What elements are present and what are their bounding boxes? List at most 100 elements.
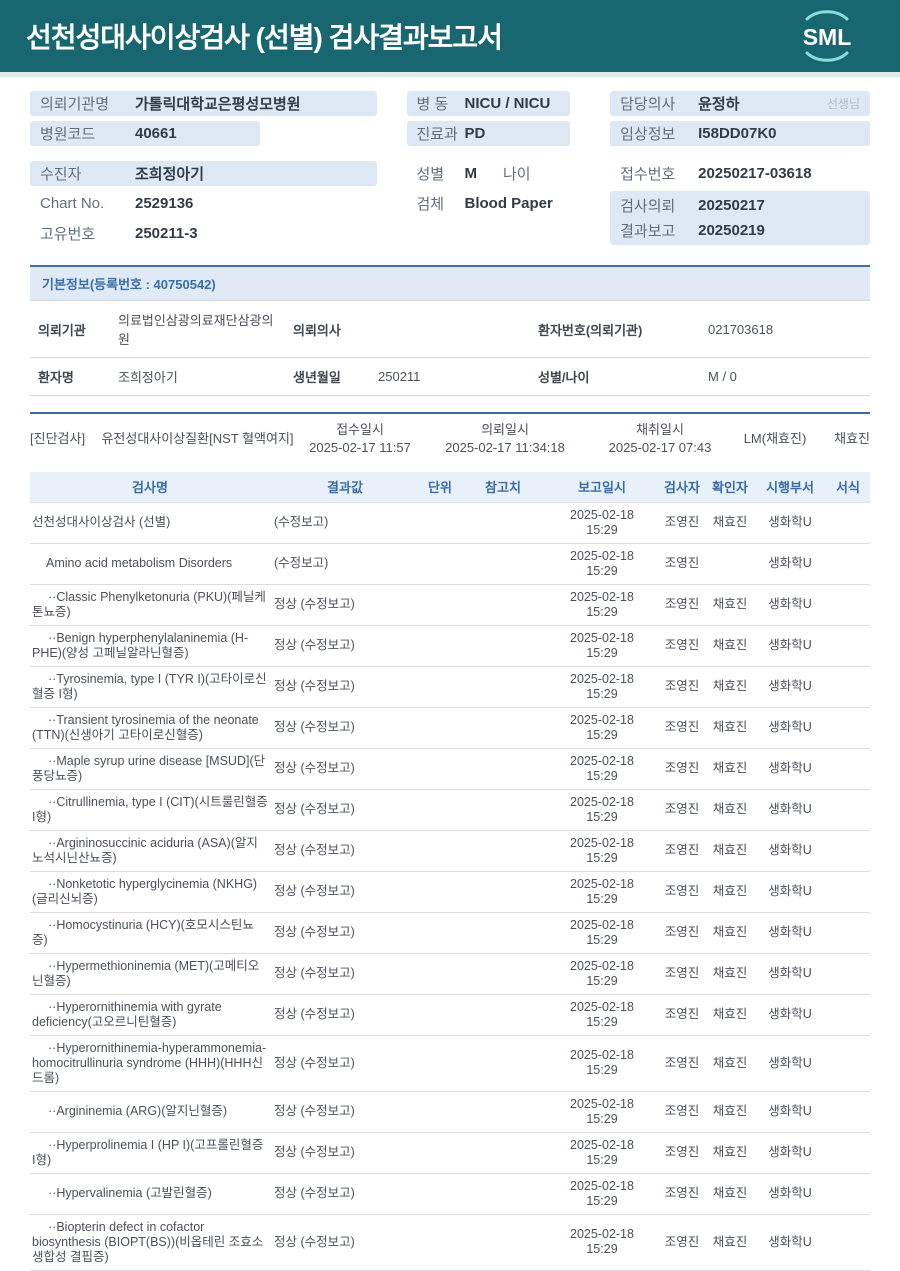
dept-value: 생화학U — [754, 502, 826, 544]
result-value: 정상 (수정보고) — [270, 789, 420, 831]
test-name: ··Argininosuccinic aciduria (ASA)(알지노석시닌… — [32, 835, 258, 865]
tester-value: 조영진 — [658, 871, 706, 913]
report-date-field: 결과보고 20250219 — [620, 222, 765, 240]
dept-value: 생화학U — [754, 666, 826, 708]
col-reference: 참고치 — [460, 472, 546, 503]
reference-value — [460, 748, 546, 790]
unit-value — [420, 1035, 460, 1092]
report-datetime-value: 2025-02-18 15:29 — [546, 748, 658, 790]
report-datetime-value: 2025-02-18 15:29 — [546, 1091, 658, 1133]
table-row: ··Citrullinemia, type I (CIT)(시트룰린혈증 I형)… — [30, 789, 870, 831]
report-datetime-value: 2025-02-18 15:29 — [546, 1173, 658, 1215]
unit-value — [420, 1091, 460, 1133]
result-value: 정상 (수정보고) — [270, 707, 420, 749]
report-datetime-value: 2025-02-18 15:29 — [546, 707, 658, 749]
receipt-datetime: 접수일시 2025-02-17 11:57 — [309, 422, 411, 455]
dept-value: 생화학U — [754, 1132, 826, 1174]
table-row: ··Maple syrup urine disease [MSUD](단풍당뇨증… — [30, 748, 870, 790]
report-header: 선천성대사이상검사 (선별) 검사결과보고서 SML — [0, 0, 900, 72]
unit-value — [420, 871, 460, 913]
test-name: ··Hypermethioninemia (MET)(고메티오닌혈증) — [32, 958, 260, 988]
order-date-field: 검사의뢰 20250217 — [620, 197, 765, 215]
table-row: ··Classic Phenylketonuria (PKU)(페닐케톤뇨증) … — [30, 584, 870, 626]
dept-value: 생화학U — [754, 1091, 826, 1133]
reference-value — [460, 1132, 546, 1174]
clinic-dept-field: 진료과 PD — [406, 121, 571, 146]
chart-no-field: Chart No. 2529136 — [40, 195, 194, 212]
reference-value — [460, 994, 546, 1036]
checker-value: 채효진 — [706, 707, 754, 749]
result-value: 정상 (수정보고) — [270, 953, 420, 995]
test-name: ··Nonketotic hyperglycinemia (NKHG)(글리신뇌… — [32, 876, 258, 906]
receipt-no-field: 접수번호 20250217-03618 — [620, 165, 812, 183]
report-datetime-value: 2025-02-18 15:29 — [546, 625, 658, 667]
col-report-datetime: 보고일시 — [546, 472, 658, 503]
table-row: Amino acid metabolism Disorders (수정보고) 2… — [30, 543, 870, 585]
result-value: 정상 (수정보고) — [270, 1091, 420, 1133]
report-datetime-value: 2025-02-18 15:29 — [546, 1132, 658, 1174]
col-checker: 확인자 — [706, 472, 754, 503]
report-datetime-value: 2025-02-18 15:29 — [546, 543, 658, 585]
form-value — [826, 871, 870, 913]
result-value: (수정보고) — [270, 502, 420, 544]
requesting-org-field: 의뢰기관명 가톨릭대학교은평성모병원 — [30, 91, 377, 116]
table-row: ··Argininosuccinic aciduria (ASA)(알지노석시닌… — [30, 830, 870, 872]
sml-logo-icon: SML — [803, 10, 852, 62]
reference-value — [460, 666, 546, 708]
header-divider — [0, 72, 900, 77]
checker-value: 채효진 — [706, 871, 754, 913]
svg-text:SML: SML — [803, 24, 852, 50]
unit-value — [420, 748, 460, 790]
col-unit: 단위 — [420, 472, 460, 503]
result-value: 정상 (수정보고) — [270, 584, 420, 626]
reference-value — [460, 1173, 546, 1215]
table-row: ··Hypermethioninemia (MET)(고메티오닌혈증) 정상 (… — [30, 953, 870, 995]
form-value — [826, 625, 870, 667]
test-name: ··Classic Phenylketonuria (PKU)(페닐케톤뇨증) — [32, 589, 266, 619]
patient-name-field: 수진자 조희정아기 — [30, 161, 377, 186]
collector-name: 채효진 — [834, 430, 870, 446]
doctor-field: 담당의사 윤정하 선생님 — [610, 91, 870, 116]
result-value: 정상 (수정보고) — [270, 1035, 420, 1092]
info-right-column: 담당의사 윤정하 선생님 임상정보 I58DD07K0 접수번호 2025021… — [610, 91, 870, 251]
reference-value — [460, 789, 546, 831]
result-value: (수정보고) — [270, 543, 420, 585]
checker-value: 채효진 — [706, 666, 754, 708]
form-value — [826, 1214, 870, 1271]
clinical-info-field: 임상정보 I58DD07K0 — [610, 121, 870, 146]
unit-value — [420, 994, 460, 1036]
dept-value: 생화학U — [754, 871, 826, 913]
form-value — [826, 1132, 870, 1174]
dept-value: 생화학U — [754, 953, 826, 995]
unit-value — [420, 953, 460, 995]
result-value: 정상 (수정보고) — [270, 871, 420, 913]
tester-value: 조영진 — [658, 994, 706, 1036]
reference-value — [460, 871, 546, 913]
form-value — [826, 1091, 870, 1133]
result-value: 정상 (수정보고) — [270, 994, 420, 1036]
reference-value — [460, 543, 546, 585]
tester-value: 조영진 — [658, 1091, 706, 1133]
test-name: ··Hypervalinemia (고발린혈증) — [48, 1186, 212, 1201]
test-name: ··Hyperornithinemia-hyperammonemia-homoc… — [32, 1040, 267, 1085]
test-name: ··Transient tyrosinemia of the neonate (… — [32, 712, 259, 742]
report-datetime-value: 2025-02-18 15:29 — [546, 912, 658, 954]
collection-datetime: 채취일시 2025-02-17 07:43 — [608, 422, 712, 455]
unit-value — [420, 584, 460, 626]
tester-value: 조영진 — [658, 789, 706, 831]
reference-value — [460, 584, 546, 626]
unit-value — [420, 1214, 460, 1271]
unit-value — [420, 625, 460, 667]
form-value — [826, 789, 870, 831]
unit-value — [420, 789, 460, 831]
table-row: ··Homocystinuria (HCY)(호모시스틴뇨증) 정상 (수정보고… — [30, 912, 870, 954]
specimen-field: 검체 Blood Paper — [416, 195, 553, 213]
checker-value: 채효진 — [706, 912, 754, 954]
result-value: 정상 (수정보고) — [270, 1132, 420, 1174]
test-name: ··Citrullinemia, type I (CIT)(시트룰린혈증 I형) — [32, 794, 268, 824]
report-datetime-value: 2025-02-18 15:29 — [546, 994, 658, 1036]
result-value: 정상 (수정보고) — [270, 625, 420, 667]
tester-value: 조영진 — [658, 912, 706, 954]
reference-value — [460, 502, 546, 544]
col-result: 결과값 — [270, 472, 420, 503]
